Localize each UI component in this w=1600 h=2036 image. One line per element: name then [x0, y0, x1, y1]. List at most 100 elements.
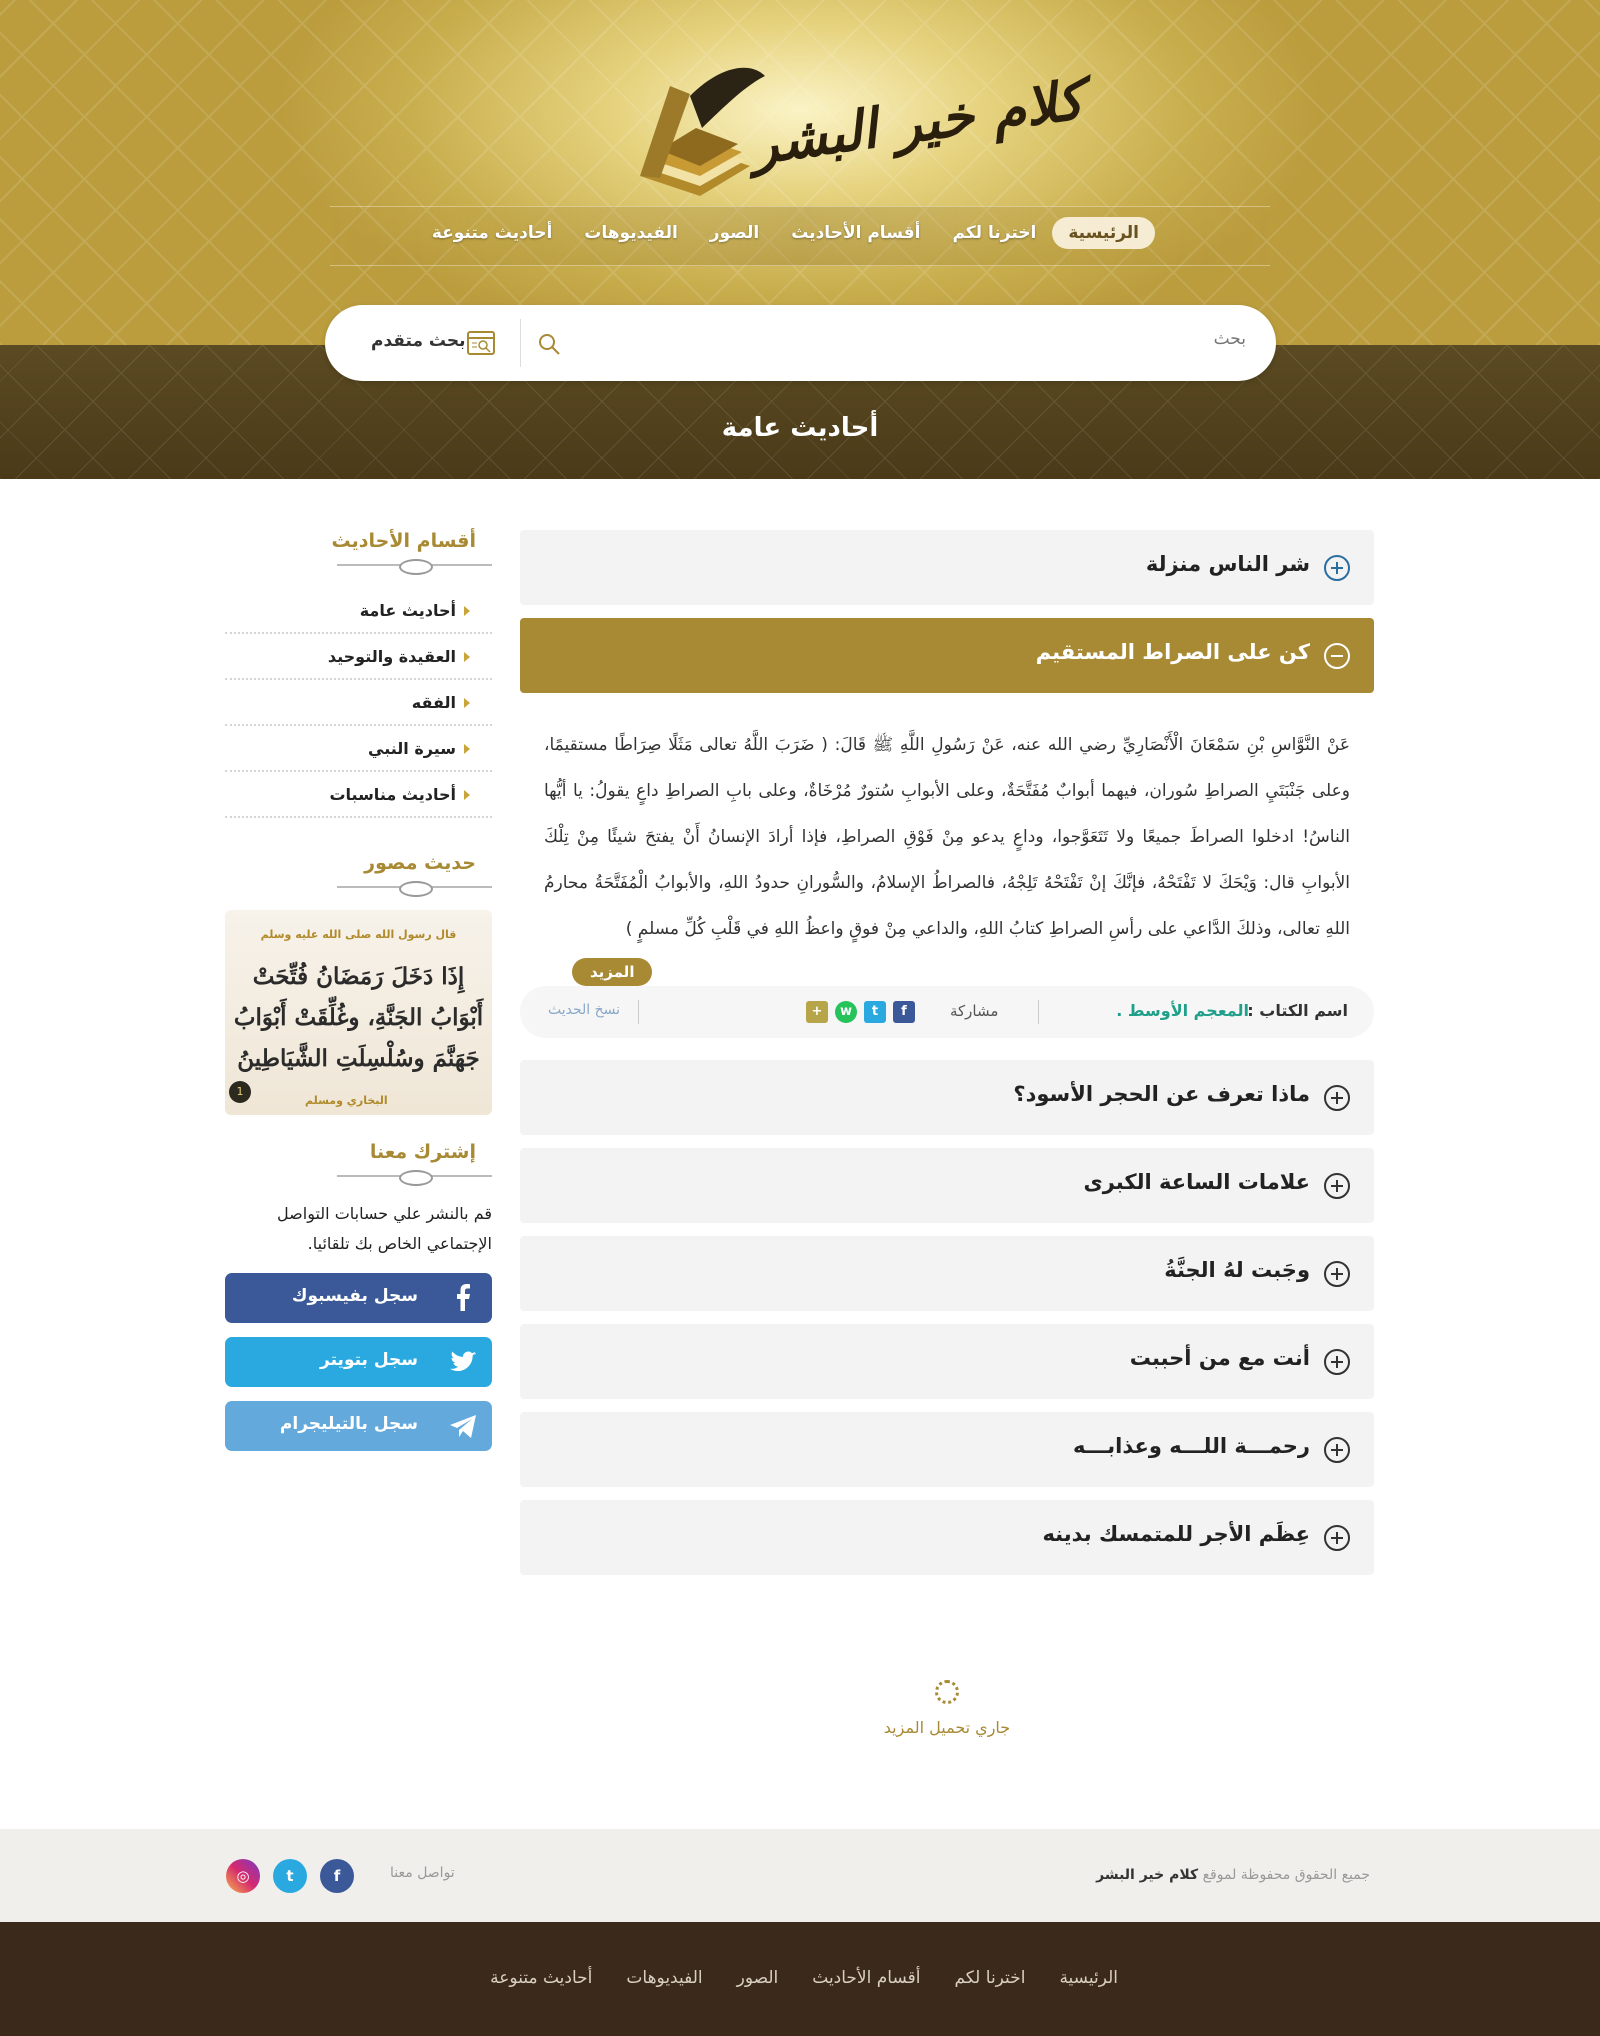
accordion-item-open[interactable]: كن على الصراط المستقيم [520, 618, 1374, 693]
accordion-title: ماذا تعرف عن الحجر الأسود؟ [1013, 1082, 1310, 1106]
footer-bottom: الرئيسية اخترنا لكم أقسام الأحاديث الصور… [0, 1922, 1600, 2036]
facebook-login-button[interactable]: سجل بفيسبوك [225, 1273, 492, 1323]
spinner-icon [935, 1680, 959, 1704]
copy-hadith-link[interactable]: نسخ الحديث [548, 1002, 620, 1018]
page-title: أحاديث عامة [721, 413, 879, 443]
book-label: اسم الكتاب : [1247, 1001, 1348, 1020]
more-share-icon[interactable]: + [806, 1001, 828, 1023]
facebook-share-icon[interactable]: f [893, 1001, 915, 1023]
plus-circle-icon [1324, 555, 1350, 581]
facebook-icon[interactable]: f [320, 1859, 354, 1893]
accordion-title: علامات الساعة الكبرى [1083, 1170, 1311, 1194]
advanced-search-link[interactable]: بحث متقدم [371, 331, 466, 351]
plus-circle-icon [1324, 1085, 1350, 1111]
search-input[interactable] [566, 329, 1246, 349]
subscribe-text: قم بالنشر علي حسابات التواصل الإجتماعي ا… [277, 1204, 492, 1253]
accordion-title: شر الناس منزلة [1145, 552, 1310, 576]
nav-picked[interactable]: اخترنا لكم [936, 217, 1052, 249]
twitter-login-label: سجل بتويتر [320, 1350, 418, 1370]
hadith-body: عَنْ النَّوَّاسِ بْنِ سَمْعَانَ الْأَنْص… [520, 706, 1374, 986]
picture-hadith-text: إِذَا دَخَلَ رَمَضَانُ فُتِّحَتْ أَبْوَا… [233, 963, 484, 1072]
telegram-icon [450, 1415, 476, 1438]
search-divider [520, 319, 521, 367]
footer-nav: الرئيسية اخترنا لكم أقسام الأحاديث الصور… [473, 1968, 1135, 1988]
footer-nav-videos[interactable]: الفيديوهات [609, 1968, 719, 1988]
telegram-login-button[interactable]: سجل بالتيليجرام [225, 1401, 492, 1451]
picture-caption: قال رسول الله صلى الله عليه وسلم [260, 928, 457, 941]
copyright-prefix: جميع الحقوق محفوظة لموقع [1202, 1867, 1370, 1883]
picture-badge: 1 [229, 1081, 251, 1103]
accordion-item[interactable]: رحمـــة اللـــه وعذابـــه [520, 1412, 1374, 1487]
copyright-text: جميع الحقوق محفوظة لموقع كلام خير البشر [1096, 1867, 1370, 1883]
footer-nav-picked[interactable]: اخترنا لكم [937, 1968, 1042, 1988]
twitter-icon [450, 1351, 476, 1372]
picture-hadith-title: حديث مصور [364, 852, 476, 874]
category-link[interactable]: أحاديث عامة [225, 588, 492, 634]
more-button[interactable]: المزيد [572, 958, 653, 986]
ornament-divider [337, 1167, 492, 1186]
accordion-item[interactable]: علامات الساعة الكبرى [520, 1148, 1374, 1223]
accordion-item[interactable]: شر الناس منزلة [520, 530, 1374, 605]
sidebar: أقسام الأحاديث أحاديث عامة العقيدة والتو… [225, 530, 492, 1451]
advanced-search-icon[interactable] [467, 331, 495, 357]
divider [638, 1000, 639, 1024]
accordion-title: رحمـــة اللـــه وعذابـــه [1073, 1434, 1310, 1458]
facebook-icon [457, 1284, 470, 1311]
accordion-title: أنت مع من أحببت [1129, 1346, 1310, 1370]
search-bar: بحث متقدم [325, 305, 1276, 381]
footer-nav-sections[interactable]: أقسام الأحاديث [795, 1968, 937, 1988]
category-link[interactable]: العقيدة والتوحيد [225, 634, 492, 680]
loading-text: جاري تحميل المزيد [883, 1718, 1011, 1737]
categories-title: أقسام الأحاديث [331, 530, 476, 552]
plus-circle-icon [1324, 1261, 1350, 1287]
plus-circle-icon [1324, 1173, 1350, 1199]
accordion-item[interactable]: أنت مع من أحببت [520, 1324, 1374, 1399]
telegram-login-label: سجل بالتيليجرام [279, 1414, 418, 1434]
picture-hadith-image[interactable]: قال رسول الله صلى الله عليه وسلم إِذَا د… [225, 910, 492, 1115]
nav-various[interactable]: أحاديث متنوعة [416, 217, 568, 249]
plus-circle-icon [1324, 1437, 1350, 1463]
footer-nav-various[interactable]: أحاديث متنوعة [473, 1968, 609, 1988]
hadith-list: شر الناس منزلة كن على الصراط المستقيم عَ… [520, 530, 1374, 1588]
load-more-indicator: جاري تحميل المزيد [520, 1680, 1374, 1737]
instagram-icon[interactable]: ◎ [226, 1859, 260, 1893]
accordion-title: كن على الصراط المستقيم [1035, 640, 1310, 664]
whatsapp-share-icon[interactable]: w [835, 1001, 857, 1023]
ornament-divider [337, 556, 492, 575]
contact-label: تواصل معنا [390, 1865, 455, 1881]
ornament-divider [337, 878, 492, 897]
plus-circle-icon [1324, 1525, 1350, 1551]
category-link[interactable]: الفقه [225, 680, 492, 726]
book-name-link[interactable]: المعجم الأوسط . [1116, 1001, 1249, 1020]
main-nav: الرئيسية اخترنا لكم أقسام الأحاديث الصور… [416, 217, 1155, 249]
footer-nav-home[interactable]: الرئيسية [1042, 1968, 1135, 1988]
accordion-item[interactable]: وجَبت لهُ الجنَّةُ [520, 1236, 1374, 1311]
category-link[interactable]: أحاديث مناسبات [225, 772, 492, 818]
twitter-share-icon[interactable]: t [864, 1001, 886, 1023]
footer-nav-images[interactable]: الصور [720, 1968, 796, 1988]
search-icon[interactable] [537, 332, 561, 356]
nav-images[interactable]: الصور [694, 217, 775, 249]
footer-top: جميع الحقوق محفوظة لموقع كلام خير البشر … [0, 1829, 1600, 1922]
category-link[interactable]: سيرة النبي [225, 726, 492, 772]
facebook-login-label: سجل بفيسبوك [291, 1286, 418, 1306]
twitter-login-button[interactable]: سجل بتويتر [225, 1337, 492, 1387]
copyright-site-name: كلام خير البشر [1096, 1867, 1199, 1883]
accordion-item[interactable]: ماذا تعرف عن الحجر الأسود؟ [520, 1060, 1374, 1135]
picture-source: البخاري ومسلم [305, 1094, 388, 1107]
hadith-meta-bar: اسم الكتاب : المعجم الأوسط . مشاركة f t … [520, 986, 1374, 1038]
divider [1038, 1000, 1039, 1024]
accordion-item[interactable]: عِظَم الأجر للمتمسك بدينه [520, 1500, 1374, 1575]
minus-circle-icon [1324, 643, 1350, 669]
plus-circle-icon [1324, 1349, 1350, 1375]
site-logo[interactable]: كلام خير البشر [630, 66, 1087, 196]
nav-videos[interactable]: الفيديوهات [568, 217, 694, 249]
accordion-title: وجَبت لهُ الجنَّةُ [1164, 1258, 1310, 1282]
share-label: مشاركة [950, 1002, 999, 1020]
accordion-title: عِظَم الأجر للمتمسك بدينه [1042, 1522, 1310, 1546]
hadith-text: عَنْ النَّوَّاسِ بْنِ سَمْعَانَ الْأَنْص… [544, 735, 1350, 939]
subscribe-title: إشترك معنا [369, 1141, 476, 1163]
nav-sections[interactable]: أقسام الأحاديث [775, 217, 936, 249]
twitter-icon[interactable]: t [273, 1859, 307, 1893]
nav-home[interactable]: الرئيسية [1052, 217, 1155, 249]
